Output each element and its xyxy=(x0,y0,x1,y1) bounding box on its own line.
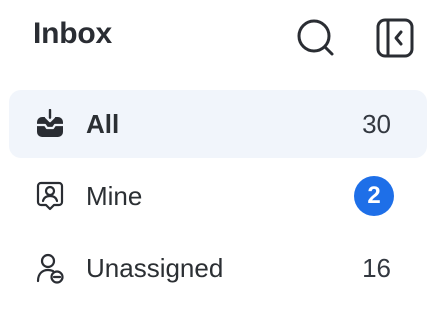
nav-item-mine[interactable]: Mine 2 xyxy=(9,162,427,230)
collapse-sidebar-icon xyxy=(376,18,414,58)
count-badge: 2 xyxy=(354,176,394,216)
nav-item-unassigned[interactable]: Unassigned 16 xyxy=(9,234,427,302)
nav-item-label: Mine xyxy=(86,181,143,211)
search-button[interactable] xyxy=(292,14,340,62)
user-unassigned-icon xyxy=(35,252,65,284)
collapse-sidebar-button[interactable] xyxy=(371,14,419,62)
page-title: Inbox xyxy=(33,17,112,50)
nav-item-label: All xyxy=(86,109,120,139)
search-icon xyxy=(297,19,334,56)
inbox-tray-icon xyxy=(35,108,65,140)
nav-item-count: 16 xyxy=(362,253,391,283)
nav-item-all[interactable]: All 30 xyxy=(9,90,427,158)
nav-item-label: Unassigned xyxy=(86,253,224,283)
user-badge-icon xyxy=(35,180,65,212)
nav-item-count: 30 xyxy=(362,109,391,139)
inbox-header: Inbox xyxy=(0,0,439,80)
